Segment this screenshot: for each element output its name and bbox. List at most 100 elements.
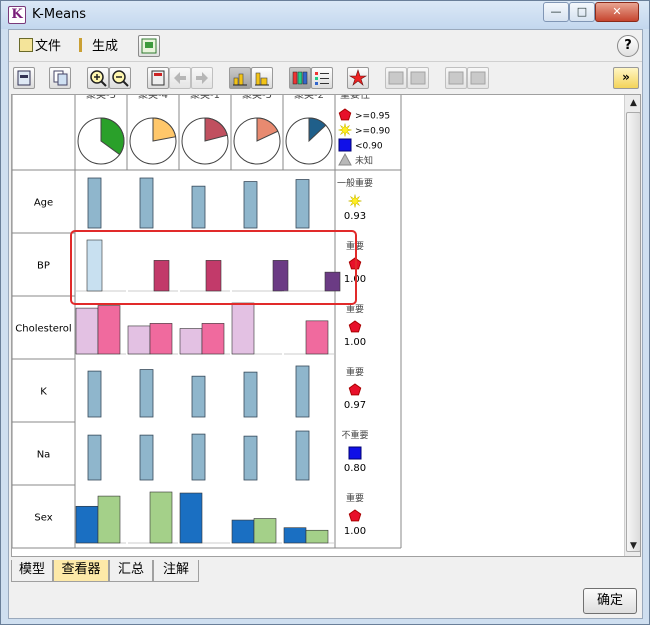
- grid-c-icon: [448, 71, 464, 85]
- dist-bar: [243, 181, 258, 229]
- grid-b-icon: [410, 71, 426, 85]
- legend-label: <0.90: [355, 142, 383, 152]
- field-name: Age: [34, 198, 53, 209]
- star-burst-icon: [348, 69, 368, 86]
- forward-nav-button[interactable]: [191, 67, 213, 89]
- cluster-label: 聚类-2: [294, 95, 324, 101]
- display-node-button[interactable]: [13, 67, 35, 89]
- dist-bar: [201, 323, 225, 355]
- dist-bar: [153, 260, 170, 292]
- field-name: Sex: [34, 513, 52, 524]
- tab-viewer[interactable]: 查看器: [53, 560, 109, 582]
- legend-symbol: [338, 123, 352, 137]
- layout-d-button[interactable]: [467, 67, 489, 89]
- tab-annotation[interactable]: 注解: [153, 560, 199, 582]
- cluster-pie-slice: [152, 117, 177, 142]
- display-icon: [17, 70, 31, 86]
- dist-bar: [97, 495, 121, 544]
- grid-a-icon: [388, 71, 404, 85]
- generate-icon: [79, 38, 89, 52]
- dist-bar: [127, 325, 151, 355]
- back-button[interactable]: [169, 67, 191, 89]
- layout-a-button[interactable]: [385, 67, 407, 89]
- importance-symbol: [348, 320, 362, 333]
- sort-descending-button[interactable]: [251, 67, 273, 89]
- help-button[interactable]: ?: [617, 35, 639, 57]
- cluster-label: 聚类-3: [86, 95, 116, 101]
- importance-label: 重要: [346, 492, 364, 504]
- dist-bar: [231, 519, 255, 544]
- dist-bar: [139, 369, 154, 418]
- kmeans-window: K K-Means — □ ✕ 文件 生成 ? » 聚类-3 聚类-4 聚类-1…: [0, 0, 650, 625]
- importance-value: 1.00: [344, 337, 366, 348]
- dist-bar: [231, 302, 255, 355]
- show-fields-button[interactable]: [311, 67, 333, 89]
- importance-header: 重要性: [340, 95, 370, 101]
- dist-bar: [253, 518, 277, 544]
- minimize-button[interactable]: —: [543, 2, 569, 22]
- importance-label: 重要: [346, 366, 364, 378]
- vertical-scrollbar[interactable]: ▲ ▼: [624, 95, 640, 556]
- dist-bar: [139, 434, 154, 481]
- title-bar[interactable]: K K-Means — □ ✕: [1, 1, 649, 29]
- scroll-up-icon[interactable]: ▲: [626, 96, 640, 111]
- field-name: Cholesterol: [15, 324, 71, 335]
- ok-button[interactable]: 确定: [583, 588, 637, 614]
- field-name: BP: [37, 261, 50, 272]
- zoom-out-button[interactable]: [109, 67, 131, 89]
- dist-bar: [295, 430, 310, 481]
- scroll-down-icon[interactable]: ▼: [626, 539, 640, 554]
- importance-value: 0.97: [344, 400, 366, 411]
- cluster-grid: 聚类-3 聚类-4 聚类-1 聚类-5 聚类-2 重要性 >=0.95 >=0.90 <0.90…: [12, 95, 402, 549]
- menu-bar: 文件 生成 ?: [9, 30, 642, 62]
- cluster-viewer: 聚类-3 聚类-4 聚类-1 聚类-5 聚类-2 重要性 >=0.95 >=0.90 <0.90…: [11, 94, 641, 557]
- menu-file[interactable]: 文件: [19, 37, 61, 57]
- list-icon: [315, 72, 329, 85]
- dist-bar: [179, 492, 203, 544]
- close-button[interactable]: ✕: [595, 2, 639, 22]
- dist-bar: [87, 177, 102, 229]
- menu-generate-label: 生成: [92, 39, 119, 54]
- dist-bar: [305, 320, 329, 355]
- tab-model[interactable]: 模型: [11, 560, 53, 582]
- dist-bar: [191, 185, 206, 229]
- calculator-button[interactable]: [147, 67, 169, 89]
- tab-summary[interactable]: 汇总: [109, 560, 153, 582]
- layout-c-button[interactable]: [445, 67, 467, 89]
- legend-symbol: [338, 152, 352, 166]
- importance-button[interactable]: [347, 67, 369, 89]
- dist-bar: [243, 371, 258, 418]
- copy-button[interactable]: [49, 67, 71, 89]
- forward-button[interactable]: »: [613, 67, 639, 89]
- importance-symbol: [348, 446, 362, 460]
- app-icon: K: [8, 6, 26, 24]
- file-icon: [19, 38, 33, 52]
- dist-bar: [139, 177, 154, 229]
- window-title: K-Means: [32, 7, 87, 22]
- dist-bar: [75, 307, 99, 355]
- dist-bar: [324, 271, 341, 292]
- layout-b-button[interactable]: [407, 67, 429, 89]
- bars-descending-icon: [255, 72, 269, 86]
- preview-button[interactable]: [138, 35, 160, 57]
- show-clusters-button[interactable]: [289, 67, 311, 89]
- maximize-button[interactable]: □: [569, 2, 595, 22]
- arrow-left-icon: [174, 72, 186, 84]
- zoom-in-icon: [90, 70, 107, 87]
- sort-by-size-button[interactable]: [229, 67, 251, 89]
- dialog-body: 文件 生成 ? » 聚类-3 聚类-4 聚类-1 聚类-5 聚类-2 重要性 >…: [8, 29, 643, 619]
- importance-symbol: [348, 194, 362, 208]
- importance-label: 一般重要: [337, 177, 373, 189]
- grid-d-icon: [470, 71, 486, 85]
- bars-ascending-icon: [233, 73, 247, 86]
- dist-bar: [295, 365, 310, 418]
- legend-label: 未知: [355, 155, 373, 167]
- columns-icon: [292, 71, 308, 85]
- calculator-icon: [151, 70, 165, 86]
- menu-generate[interactable]: 生成: [79, 37, 118, 57]
- dist-bar: [283, 527, 307, 544]
- scroll-thumb[interactable]: [626, 112, 640, 552]
- cluster-label: 聚类-4: [138, 95, 168, 101]
- zoom-in-button[interactable]: [87, 67, 109, 89]
- legend-symbol: [338, 108, 352, 121]
